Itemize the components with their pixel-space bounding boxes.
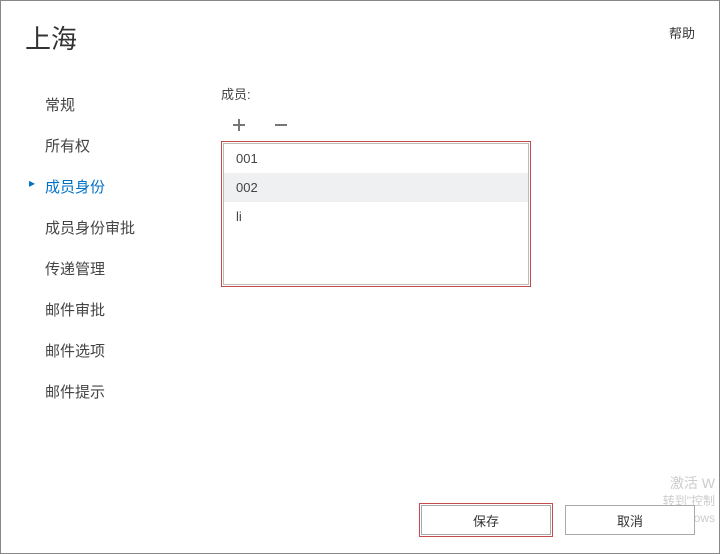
header: 上海 帮助: [1, 1, 719, 66]
members-listbox[interactable]: 001 002 li: [223, 143, 529, 285]
main-panel: 成员: 001 002 li: [201, 84, 719, 412]
help-link[interactable]: 帮助: [669, 23, 695, 42]
sidebar-item-mail-tips[interactable]: 邮件提示: [25, 371, 201, 412]
footer-buttons: 保存 取消: [421, 505, 695, 535]
sidebar-item-mail-options[interactable]: 邮件选项: [25, 330, 201, 371]
sidebar: 常规 所有权 成员身份 成员身份审批 传递管理 邮件审批 邮件选项 邮件提示: [1, 84, 201, 412]
sidebar-item-mail-approval[interactable]: 邮件审批: [25, 289, 201, 330]
watermark-line: 激活 W: [663, 474, 715, 494]
list-item[interactable]: 002: [224, 173, 528, 202]
add-member-button[interactable]: [227, 113, 251, 137]
members-listbox-highlight: 001 002 li: [221, 141, 531, 287]
sidebar-item-membership-approval[interactable]: 成员身份审批: [25, 207, 201, 248]
remove-member-button[interactable]: [269, 113, 293, 137]
cancel-button[interactable]: 取消: [565, 505, 695, 535]
list-item[interactable]: 001: [224, 144, 528, 173]
sidebar-item-ownership[interactable]: 所有权: [25, 125, 201, 166]
plus-icon: [231, 117, 247, 133]
page-title: 上海: [25, 19, 77, 56]
sidebar-item-general[interactable]: 常规: [25, 84, 201, 125]
sidebar-item-membership[interactable]: 成员身份: [25, 166, 201, 207]
members-toolbar: [221, 113, 719, 137]
minus-icon: [273, 117, 289, 133]
members-label: 成员:: [221, 84, 719, 103]
save-button[interactable]: 保存: [421, 505, 551, 535]
sidebar-item-delivery-management[interactable]: 传递管理: [25, 248, 201, 289]
list-item[interactable]: li: [224, 202, 528, 231]
content: 常规 所有权 成员身份 成员身份审批 传递管理 邮件审批 邮件选项 邮件提示 成…: [1, 66, 719, 412]
